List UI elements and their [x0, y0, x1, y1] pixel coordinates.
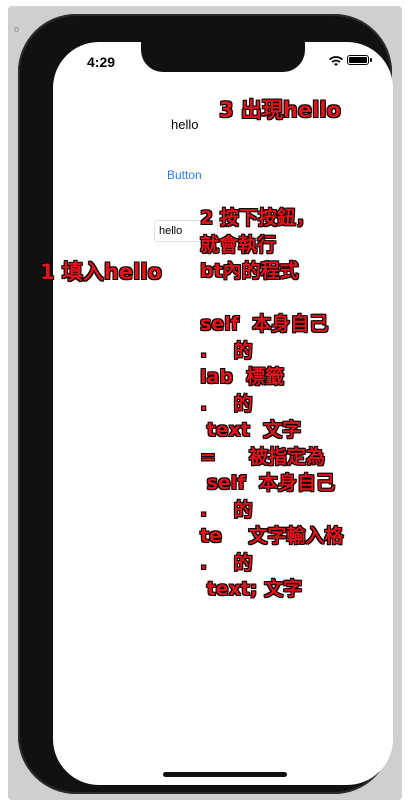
- wifi-icon: [329, 56, 343, 66]
- battery-tip: [370, 58, 372, 62]
- backdrop-label: o: [14, 24, 20, 34]
- home-indicator: [163, 772, 287, 777]
- status-time: 4:29: [87, 54, 116, 70]
- battery-icon: [347, 55, 369, 65]
- bt-button[interactable]: Button: [167, 168, 202, 182]
- annotation-step-2: 2 按下按鈕， 就會執行 bt內的程式 self 本身自己 . 的 lab 標籤…: [199, 207, 344, 601]
- notch: [141, 42, 305, 72]
- annotation-step-3: 3 出現hello: [219, 98, 342, 123]
- annotation-step-1: 1 填入hello: [40, 260, 163, 285]
- hello-label: hello: [171, 117, 199, 132]
